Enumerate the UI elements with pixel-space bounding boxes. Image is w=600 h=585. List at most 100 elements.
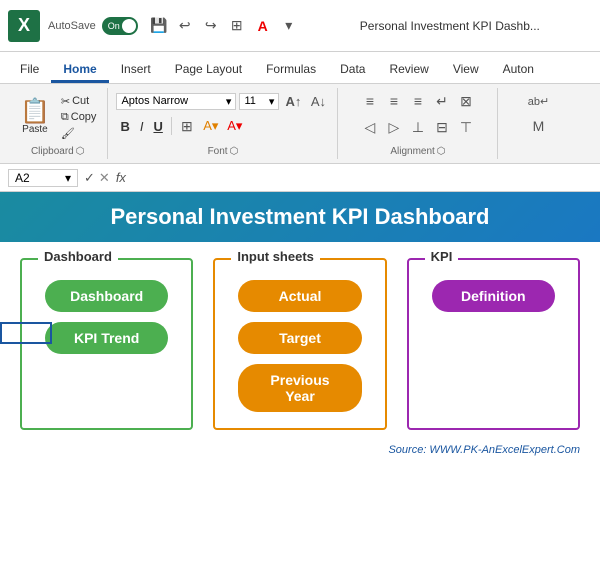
alignment-label: Alignment ⬡ [390,146,445,157]
undo-icon[interactable]: ↩ [174,15,196,37]
paste-label: Paste [22,124,48,135]
wrap-icon[interactable]: ab↵ [527,90,549,112]
extra-content: ab↵ M [527,90,549,155]
source-footer: Source: WWW.PK-AnExcelExpert.Com [0,440,600,464]
bold-button[interactable]: B [116,118,133,135]
window-title: Personal Investment KPI Dashb... [308,19,592,33]
font-size-box[interactable]: 11 ▾ [239,93,279,110]
increase-font-icon[interactable]: A↑ [282,90,304,112]
dashboard-button[interactable]: Dashboard [45,280,169,312]
wrap-text-icon[interactable]: ↵ [431,90,453,112]
dashboard-buttons: Dashboard KPI Trend [38,280,175,354]
tab-review[interactable]: Review [377,58,440,83]
autosave-label: AutoSave [48,20,96,32]
cell-ref-arrow: ▾ [65,171,71,185]
tab-data[interactable]: Data [328,58,377,83]
paste-icon: 📋 [20,100,50,124]
cell-ref-box[interactable]: A2 ▾ [8,169,78,187]
clipboard-group: 📋 Paste ✂ Cut ⧉ Copy 🖌 Clipboard ⬡ [8,88,108,159]
tab-formulas[interactable]: Formulas [254,58,328,83]
ribbon-toolbar: 📋 Paste ✂ Cut ⧉ Copy 🖌 Clipboard ⬡ Aptos… [0,84,600,164]
wrap-row: ab↵ [527,90,549,112]
font-name-row: Aptos Narrow ▾ 11 ▾ A↑ A↓ [116,90,329,112]
input-buttons: Actual Target Previous Year [231,280,368,412]
fill-color-icon[interactable]: A▾ [200,115,222,137]
formula-confirm-icon[interactable]: ✓ [84,170,95,186]
input-sheets-label: Input sheets [231,249,320,264]
underline-button[interactable]: U [149,118,166,135]
font-color-icon[interactable]: A [252,15,274,37]
toolbar-icons: 💾 ↩ ↪ ⊞ A ▾ [148,15,300,37]
actual-button[interactable]: Actual [238,280,362,312]
dropdown-icon[interactable]: ▾ [278,15,300,37]
copy-button[interactable]: ⧉ Copy [58,110,100,125]
spreadsheet-area: Personal Investment KPI Dashboard Dashbo… [0,192,600,464]
autosave-toggle[interactable]: On [102,17,138,35]
tab-auto[interactable]: Auton [491,58,546,83]
align-top-icon[interactable]: ⊤ [455,116,477,138]
format-painter-button[interactable]: 🖌 [58,126,100,141]
excel-logo: X [8,10,40,42]
clipboard-small-btns: ✂ Cut ⧉ Copy 🖌 [58,94,100,141]
font-size-arrow: ▾ [269,95,275,108]
dashboard-title: Personal Investment KPI Dashboard [20,204,580,230]
alignment-content: ≡ ≡ ≡ ↵ ⊠ ◁ ▷ ⊥ ⊟ ⊤ [359,90,477,144]
definition-button[interactable]: Definition [432,280,556,312]
clipboard-expand-icon[interactable]: ⬡ [76,146,85,157]
tab-view[interactable]: View [441,58,491,83]
grid-icon[interactable]: ⊞ [226,15,248,37]
tab-insert[interactable]: Insert [109,58,163,83]
tab-home[interactable]: Home [51,58,108,83]
cut-button[interactable]: ✂ Cut [58,94,100,109]
align-middle-icon[interactable]: ⊟ [431,116,453,138]
target-button[interactable]: Target [238,322,362,354]
align-right-icon[interactable]: ≡ [407,90,429,112]
input-sheets-section: Input sheets Actual Target Previous Year [213,258,386,430]
font-content: Aptos Narrow ▾ 11 ▾ A↑ A↓ B I U ⊞ [116,90,329,144]
kpi-section: KPI Definition [407,258,580,430]
decrease-font-icon[interactable]: A↓ [307,90,329,112]
merge-row: M [527,115,549,137]
font-dropdown-arrow: ▾ [226,95,232,108]
kpi-section-label: KPI [425,249,459,264]
alignment-row2: ◁ ▷ ⊥ ⊟ ⊤ [359,116,477,138]
redo-icon[interactable]: ↪ [200,15,222,37]
title-bar: X AutoSave On 💾 ↩ ↪ ⊞ A ▾ Personal Inves… [0,0,600,52]
extra-group: ab↵ M [498,88,578,159]
align-left-icon[interactable]: ≡ [359,90,381,112]
previous-year-button[interactable]: Previous Year [238,364,362,412]
clipboard-content: 📋 Paste ✂ Cut ⧉ Copy 🖌 [16,90,99,144]
tab-page-layout[interactable]: Page Layout [163,58,254,83]
fx-label: fx [116,170,126,185]
ribbon-tabs: File Home Insert Page Layout Formulas Da… [0,52,600,84]
borders-icon[interactable]: ⊞ [176,115,198,137]
format-btns-row: B I U ⊞ A▾ A▾ [116,115,329,137]
italic-button[interactable]: I [136,118,148,135]
formula-bar: A2 ▾ ✓ ✕ fx [0,164,600,192]
align-center-icon[interactable]: ≡ [383,90,405,112]
indent-increase-icon[interactable]: ▷ [383,116,405,138]
alignment-row1: ≡ ≡ ≡ ↵ ⊠ [359,90,477,112]
formula-cancel-icon[interactable]: ✕ [99,170,110,186]
merge2-icon[interactable]: M [527,115,549,137]
font-expand-icon[interactable]: ⬡ [230,146,239,157]
kpi-buttons: Definition [425,280,562,312]
separator [171,117,172,135]
indent-decrease-icon[interactable]: ◁ [359,116,381,138]
formula-icons: ✓ ✕ [84,170,110,186]
tab-file[interactable]: File [8,58,51,83]
alignment-group: ≡ ≡ ≡ ↵ ⊠ ◁ ▷ ⊥ ⊟ ⊤ Alignment ⬡ [338,88,498,159]
toggle-knob [122,19,136,33]
align-bottom-icon[interactable]: ⊥ [407,116,429,138]
font-label: Font ⬡ [208,146,239,157]
kpi-trend-button[interactable]: KPI Trend [45,322,169,354]
paste-button[interactable]: 📋 Paste [16,98,54,137]
save-icon[interactable]: 💾 [148,15,170,37]
dashboard-header: Personal Investment KPI Dashboard [0,192,600,242]
font-name-dropdown[interactable]: Aptos Narrow ▾ [116,93,236,110]
font-color-ribbon-icon[interactable]: A▾ [224,115,246,137]
dashboard-content: Dashboard Dashboard KPI Trend Input shee… [0,242,600,440]
merge-icon[interactable]: ⊠ [455,90,477,112]
font-selector: Aptos Narrow ▾ 11 ▾ A↑ A↓ B I U ⊞ [116,90,329,137]
alignment-expand-icon[interactable]: ⬡ [437,146,446,157]
